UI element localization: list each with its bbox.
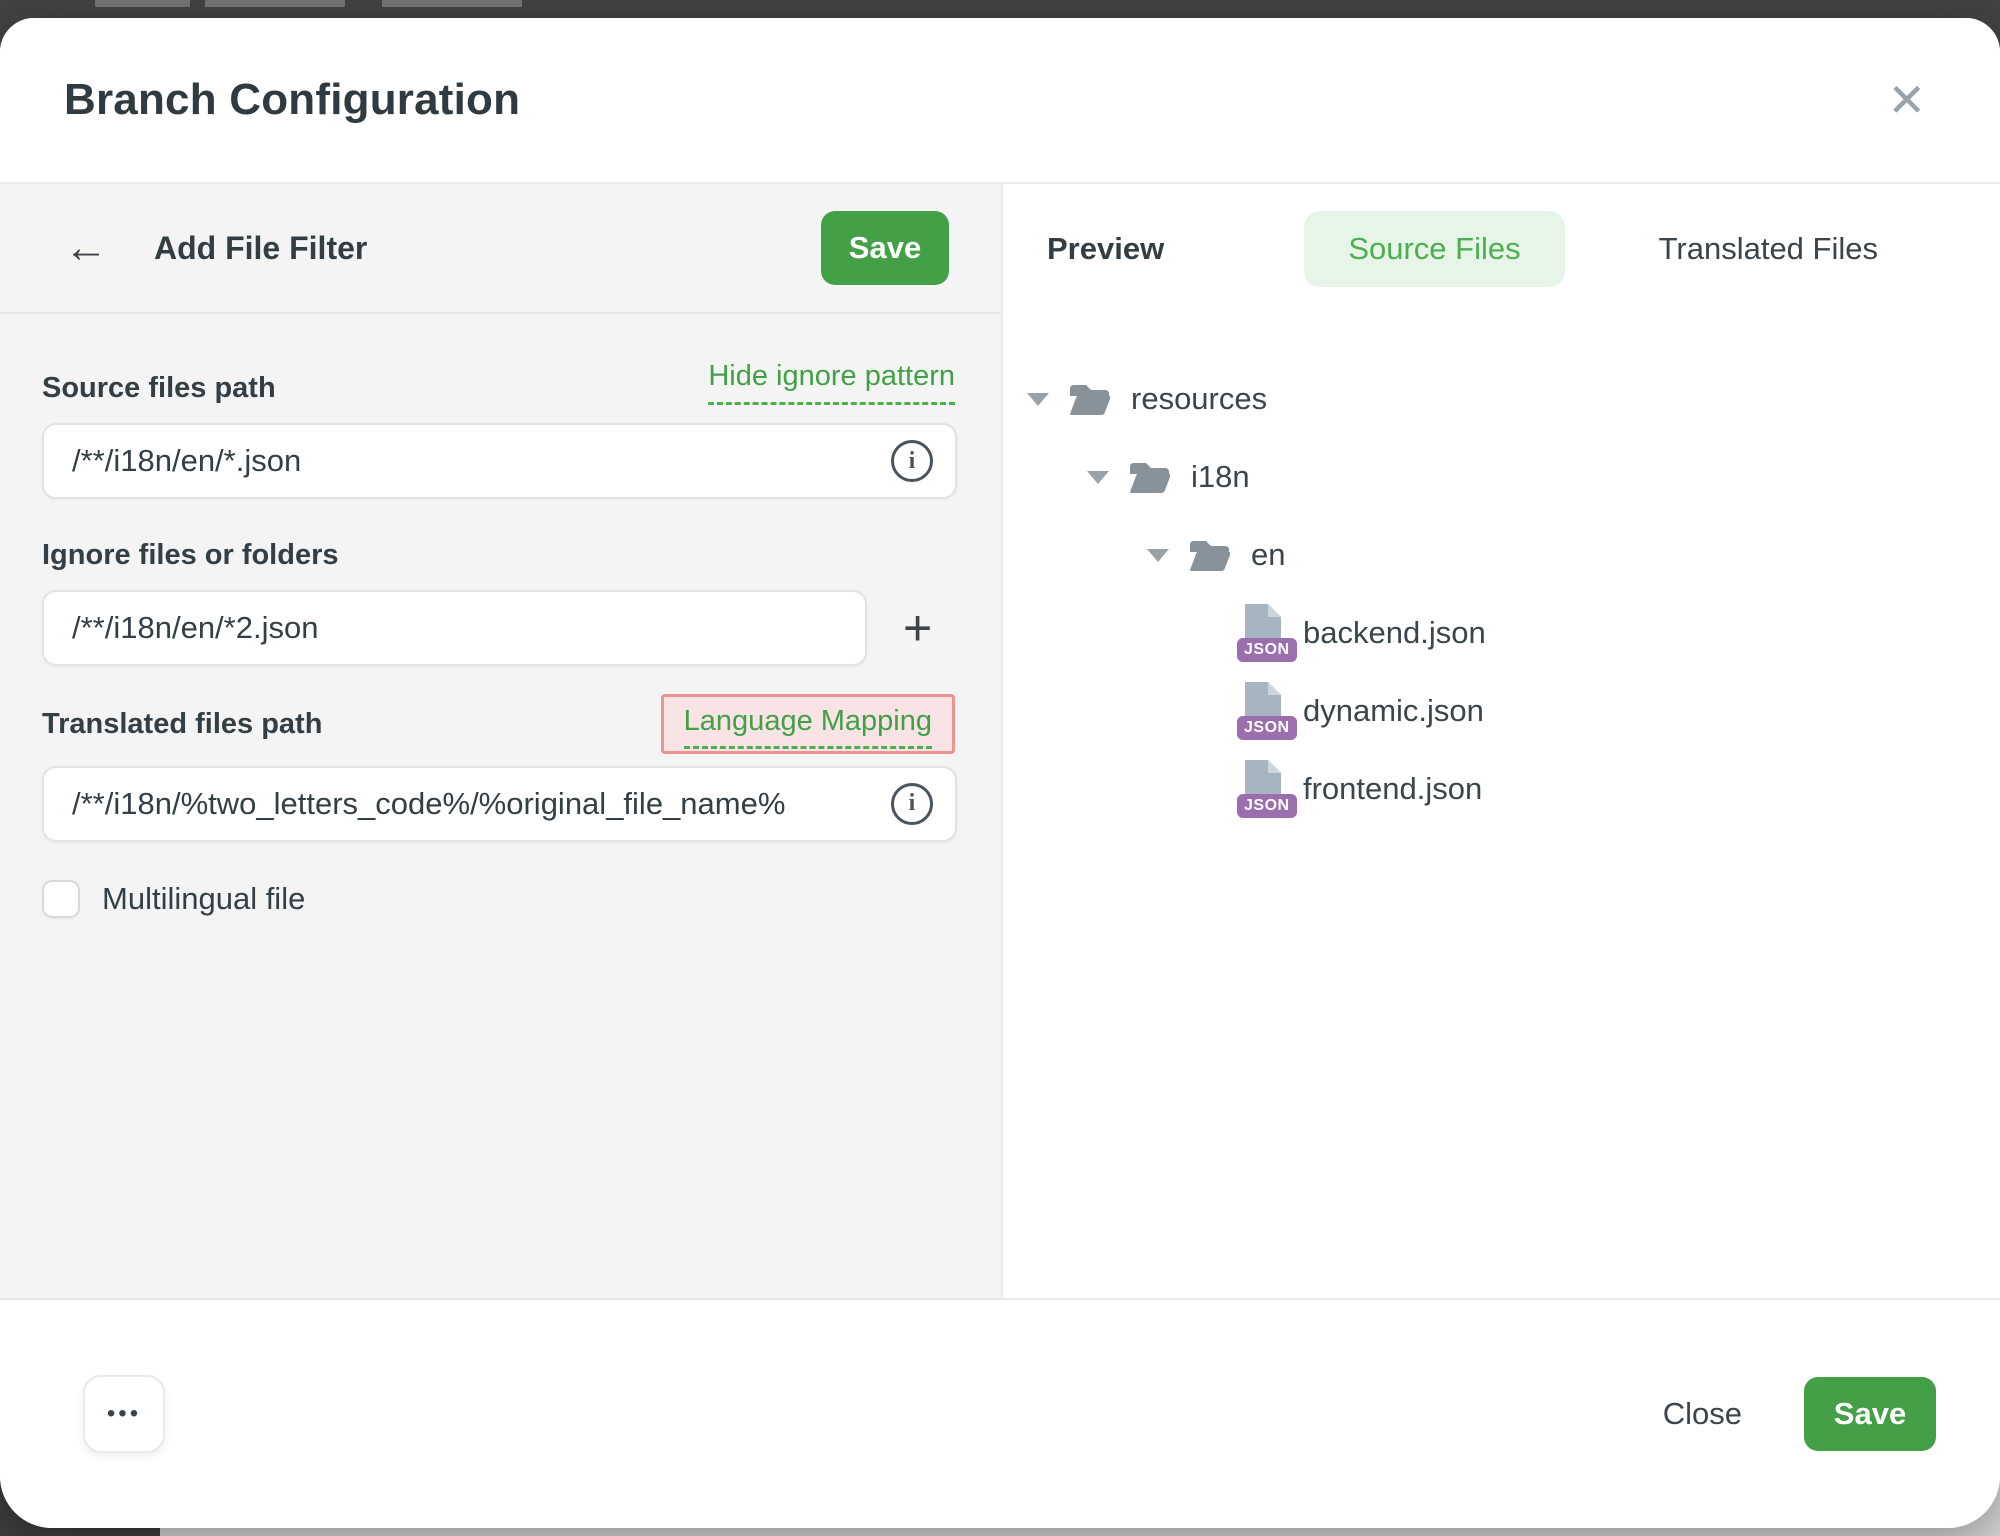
- tree-item-label: frontend.json: [1303, 771, 1482, 807]
- ellipsis-icon: •••: [107, 1400, 141, 1428]
- background-page-fragment: [382, 0, 522, 7]
- modal-body: ← Add File Filter Save Source files path…: [0, 184, 2000, 1298]
- json-badge: JSON: [1237, 716, 1297, 740]
- multilingual-row: Multilingual file: [42, 880, 955, 918]
- background-page-fragment: [205, 0, 345, 7]
- language-mapping-highlight: Language Mapping: [661, 694, 955, 753]
- ignore-input-wrap: [42, 590, 867, 666]
- language-mapping-link[interactable]: Language Mapping: [684, 705, 932, 749]
- json-file-icon: JSON: [1237, 604, 1287, 662]
- footer-save-button[interactable]: Save: [1804, 1377, 1936, 1451]
- folder-icon: [1067, 380, 1113, 418]
- json-badge: JSON: [1237, 638, 1297, 662]
- tree-item-label: dynamic.json: [1303, 693, 1484, 729]
- ignore-files-label: Ignore files or folders: [42, 539, 339, 572]
- file-tree: resourcesi18nenJSONbackend.jsonJSONdynam…: [1003, 360, 2000, 828]
- tree-item-label: en: [1251, 537, 1285, 573]
- filter-heading: Add File Filter: [154, 230, 367, 267]
- footer-close-button[interactable]: Close: [1657, 1395, 1748, 1433]
- tree-item-label: backend.json: [1303, 615, 1486, 651]
- translated-path-label: Translated files path: [42, 708, 322, 741]
- more-options-button[interactable]: •••: [83, 1375, 165, 1453]
- hide-ignore-pattern-link[interactable]: Hide ignore pattern: [708, 360, 955, 405]
- caret-down-icon[interactable]: [1027, 393, 1049, 406]
- tree-item-label: resources: [1131, 381, 1267, 417]
- modal-header: Branch Configuration ✕: [0, 18, 2000, 184]
- filter-save-button[interactable]: Save: [821, 211, 949, 285]
- branch-configuration-modal: Branch Configuration ✕ ← Add File Filter…: [0, 18, 2000, 1528]
- tree-item-backend.json[interactable]: JSONbackend.json: [1003, 594, 2000, 672]
- folder-icon: [1187, 536, 1233, 574]
- tree-item-en[interactable]: en: [1003, 516, 2000, 594]
- translated-path-input-wrap: i: [42, 766, 957, 842]
- tab-source-files[interactable]: Source Files: [1304, 211, 1564, 287]
- caret-down-icon[interactable]: [1087, 471, 1109, 484]
- back-arrow-icon[interactable]: ←: [64, 226, 112, 270]
- add-ignore-pattern-icon[interactable]: +: [903, 603, 932, 653]
- ignore-pattern-input[interactable]: [44, 610, 865, 646]
- multilingual-checkbox[interactable]: [42, 880, 80, 918]
- source-path-input-wrap: i: [42, 423, 957, 499]
- info-icon[interactable]: i: [891, 440, 933, 482]
- caret-down-icon[interactable]: [1147, 549, 1169, 562]
- ignore-input-row: +: [42, 590, 955, 666]
- json-file-icon: JSON: [1237, 682, 1287, 740]
- json-file-icon: JSON: [1237, 760, 1287, 818]
- translated-path-label-row: Translated files path Language Mapping: [42, 694, 955, 753]
- multilingual-label: Multilingual file: [102, 881, 305, 917]
- modal-footer: ••• Close Save: [0, 1298, 2000, 1528]
- file-filter-panel: ← Add File Filter Save Source files path…: [0, 184, 1003, 1298]
- source-path-label: Source files path: [42, 372, 276, 405]
- background-page-fragment: [95, 0, 190, 7]
- info-icon[interactable]: i: [891, 783, 933, 825]
- tree-item-i18n[interactable]: i18n: [1003, 438, 2000, 516]
- source-path-label-row: Source files path Hide ignore pattern: [42, 360, 955, 405]
- filter-sub-header: ← Add File Filter Save: [0, 184, 1001, 314]
- close-icon[interactable]: ✕: [1887, 77, 1926, 123]
- preview-panel: Preview Source Files Translated Files res…: [1003, 184, 2000, 1298]
- modal-title: Branch Configuration: [64, 75, 520, 125]
- source-path-input[interactable]: [44, 443, 881, 479]
- tab-translated-files[interactable]: Translated Files: [1615, 211, 1922, 287]
- filter-form: Source files path Hide ignore pattern i …: [0, 314, 1001, 918]
- tree-item-resources[interactable]: resources: [1003, 360, 2000, 438]
- tree-item-dynamic.json[interactable]: JSONdynamic.json: [1003, 672, 2000, 750]
- preview-title: Preview: [1047, 231, 1164, 267]
- json-badge: JSON: [1237, 794, 1297, 818]
- tree-item-frontend.json[interactable]: JSONfrontend.json: [1003, 750, 2000, 828]
- tree-item-label: i18n: [1191, 459, 1250, 495]
- preview-header: Preview Source Files Translated Files: [1003, 184, 2000, 314]
- ignore-label-row: Ignore files or folders: [42, 539, 955, 572]
- preview-tabs: Source Files Translated Files: [1304, 211, 1922, 287]
- folder-icon: [1127, 458, 1173, 496]
- translated-path-input[interactable]: [44, 786, 881, 822]
